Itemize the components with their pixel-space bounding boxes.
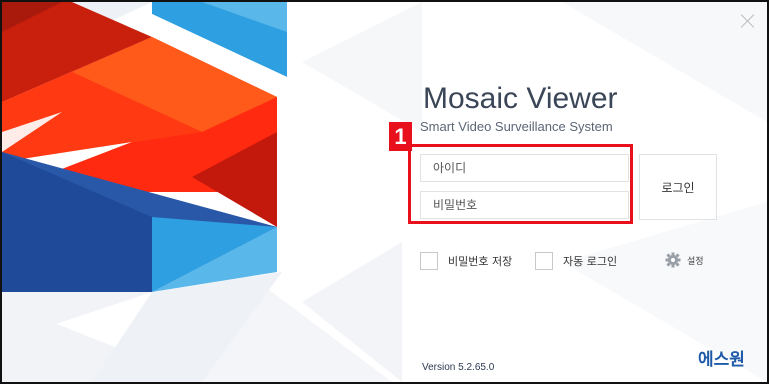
app-subtitle: Smart Video Surveillance System xyxy=(420,119,613,134)
gear-icon xyxy=(665,252,681,268)
settings-label: 설정 xyxy=(687,256,704,267)
app-title: Mosaic Viewer xyxy=(423,82,618,115)
save-password-checkbox[interactable] xyxy=(420,252,438,270)
login-window: Mosaic Viewer Smart Video Surveillance S… xyxy=(0,0,769,384)
auto-login-option[interactable]: 자동 로그인 xyxy=(535,250,617,272)
settings-button[interactable]: 설정 xyxy=(665,252,704,268)
brand-logo: 에스원 xyxy=(698,350,745,370)
auto-login-checkbox[interactable] xyxy=(535,252,553,270)
version-text: Version 5.2.65.0 xyxy=(422,362,495,373)
id-input[interactable] xyxy=(420,154,629,182)
save-password-label: 비밀번호 저장 xyxy=(448,255,513,268)
login-button[interactable]: 로그인 xyxy=(639,154,717,220)
close-icon[interactable] xyxy=(739,12,757,30)
password-input[interactable] xyxy=(420,191,629,219)
save-password-option[interactable]: 비밀번호 저장 xyxy=(420,250,512,272)
auto-login-label: 자동 로그인 xyxy=(563,255,618,268)
